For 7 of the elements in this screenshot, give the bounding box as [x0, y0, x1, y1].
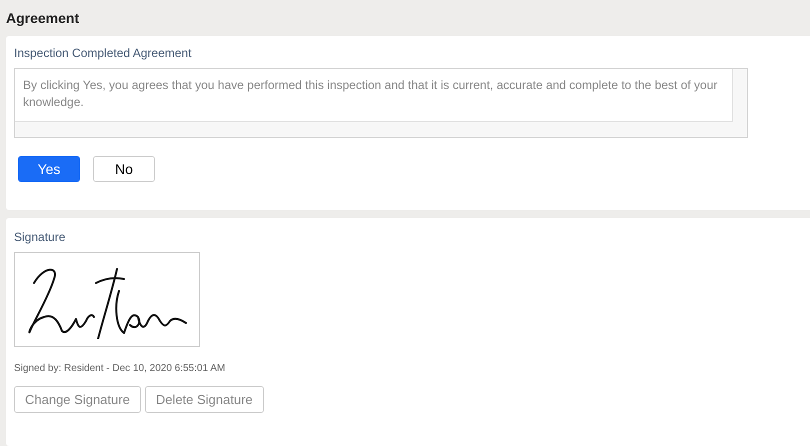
- choice-button[interactable]: Yes: [18, 156, 80, 182]
- field-label: Signature: [14, 229, 66, 246]
- field-label: Inspection Completed Agreement: [14, 45, 192, 62]
- choice-button[interactable]: No: [93, 156, 155, 182]
- agreement-text: By clicking Yes, you agrees that you have performed this inspection and that it is current, accurate and complete to the best of your knowledge.: [23, 77, 718, 111]
- signed-by-text: Signed by: Resident - Dec 10, 2020 6:55:01 AM: [14, 362, 226, 376]
- section-title: Agreement: [6, 8, 80, 28]
